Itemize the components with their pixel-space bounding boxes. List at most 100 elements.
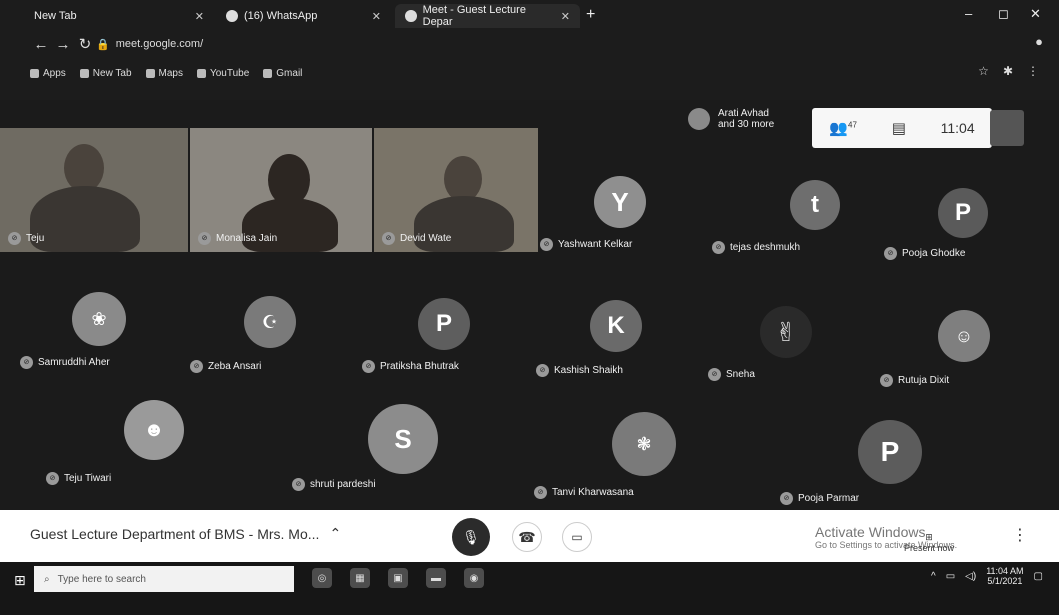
tab-new-tab[interactable]: New Tab ✕ [24, 4, 214, 28]
tab-meet[interactable]: Meet - Guest Lecture Depar ✕ [395, 4, 580, 28]
tile-name: ⊘ Yashwant Kelkar [540, 238, 632, 251]
chevron-up-icon[interactable]: ^ [931, 571, 936, 582]
people-button[interactable]: 👥47 [829, 119, 857, 137]
meeting-time: 11:04 [940, 120, 975, 136]
extensions-icon[interactable]: ✱ [1003, 64, 1013, 78]
profile-icon[interactable]: ● [1035, 34, 1043, 49]
mic-off-icon: ⊘ [534, 486, 547, 499]
bookmarks-bar: Apps New Tab Maps YouTube Gmail [0, 62, 1059, 84]
minimize-button[interactable]: – [965, 6, 972, 21]
video-tile-monalisa[interactable]: ⊘ Monalisa Jain [190, 128, 372, 252]
url-text: meet.google.com/ [115, 38, 204, 50]
app-icon[interactable]: ▦ [350, 568, 370, 588]
mic-off-icon: ⊘ [46, 472, 59, 485]
tab-label: New Tab [34, 10, 77, 22]
task-view-icon[interactable]: ◎ [312, 568, 332, 588]
mic-toggle-button[interactable]: 🎙 [452, 518, 490, 556]
bookmark-label: New Tab [92, 67, 132, 79]
tab-label: Meet - Guest Lecture Depar [422, 4, 526, 28]
photo-icon: ☺ [954, 325, 974, 346]
star-icon[interactable]: ☆ [978, 64, 989, 78]
globe-icon [79, 68, 89, 78]
avatar-tanvi: ❃ [612, 412, 676, 476]
new-tab-button[interactable]: + [586, 6, 595, 24]
tile-name: ⊘ Pooja Ghodke [884, 247, 965, 260]
bookmark-youtube[interactable]: YouTube [196, 68, 249, 79]
video-tile-teju[interactable]: ⊘ Teju [0, 128, 188, 252]
menu-icon[interactable]: ⋮ [1027, 64, 1039, 78]
tile-name: ⊘ Rutuja Dixit [880, 374, 949, 387]
mic-off-icon: ⊘ [536, 364, 549, 377]
bookmark-new-tab[interactable]: New Tab [79, 67, 132, 79]
address-bar[interactable]: 🔒 meet.google.com/ [96, 34, 516, 54]
avatar-zeba: ☪ [244, 296, 296, 348]
clock[interactable]: 11:04 AM 5/1/2021 [986, 566, 1023, 586]
close-icon[interactable]: ✕ [372, 10, 381, 23]
person-body [30, 186, 140, 252]
more-options-button[interactable]: ⋮ [1012, 525, 1028, 545]
tile-name: ⊘ Pooja Parmar [780, 492, 859, 505]
network-icon[interactable]: ▭ [946, 571, 955, 582]
windows-start-icon[interactable]: ⊞ [14, 572, 26, 589]
speaker-icon[interactable]: ◁) [965, 571, 976, 582]
chat-icon[interactable]: ▤ [892, 119, 906, 137]
avatar-rutuja: ☺ [938, 310, 990, 362]
bookmark-label: Maps [158, 67, 183, 79]
mic-off-icon: ⊘ [8, 232, 21, 245]
avatar-pooja-ghodke: P [938, 188, 988, 238]
mic-off-icon: ⊘ [780, 492, 793, 505]
avatar-samruddhi: ❀ [72, 292, 126, 346]
close-icon[interactable]: ✕ [195, 10, 204, 23]
meeting-details-button[interactable]: Guest Lecture Department of BMS - Mrs. M… [30, 525, 341, 542]
bookmark-gmail[interactable]: Gmail [263, 68, 302, 79]
mic-off-icon: ⊘ [292, 478, 305, 491]
avatar-kashish: K [590, 300, 642, 352]
mic-off-icon: ⊘ [198, 232, 211, 245]
maximize-button[interactable]: ◻ [998, 6, 1009, 22]
toolbar-actions: ● [1035, 34, 1043, 49]
present-now-button[interactable]: ⊞ Present now [904, 532, 954, 553]
taskbar-search-input[interactable]: ⌕ Type here to search [34, 566, 294, 592]
present-label: Present now [904, 543, 955, 553]
video-tile-devid[interactable]: ⊘ Devid Wate [374, 128, 538, 252]
notifications-icon[interactable]: ▢ [1034, 571, 1043, 582]
camera-toggle-button[interactable]: ▭ [562, 522, 592, 552]
present-icon: ⊞ [925, 532, 933, 542]
peace-hand-icon: ✌ [775, 316, 797, 347]
file-explorer-icon[interactable]: ▬ [426, 568, 446, 588]
clock-time: 11:04 AM [986, 566, 1024, 576]
tile-name: ⊘ Kashish Shaikh [536, 364, 623, 377]
chrome-icon[interactable]: ◉ [464, 568, 484, 588]
store-icon[interactable]: ▣ [388, 568, 408, 588]
mic-off-icon: ⊘ [880, 374, 893, 387]
close-icon[interactable]: ✕ [561, 10, 570, 23]
tile-name: ⊘ Zeba Ansari [190, 360, 261, 373]
back-icon[interactable]: ← [30, 36, 52, 53]
mic-off-icon: ⊘ [382, 232, 395, 245]
taskbar-apps: ◎ ▦ ▣ ▬ ◉ [312, 568, 484, 588]
tile-name: ⊘ Samruddhi Aher [20, 356, 110, 369]
clock-date: 5/1/2021 [987, 576, 1023, 586]
maps-icon [145, 68, 155, 78]
avatar-sneha: ✌ [760, 306, 812, 358]
mic-off-icon: ⊘ [20, 356, 33, 369]
forward-icon[interactable]: → [52, 36, 74, 53]
calligraphy-icon: ☪ [261, 311, 279, 332]
apps-icon [30, 68, 39, 78]
participants-pill[interactable]: Arati Avhad and 30 more [688, 108, 774, 130]
close-window-button[interactable]: ✕ [1030, 6, 1041, 22]
avatar-shruti: S [368, 404, 438, 474]
tab-whatsapp[interactable]: (16) WhatsApp ✕ [216, 4, 391, 28]
browser-chrome: New Tab ✕ (16) WhatsApp ✕ Meet - Guest L… [0, 0, 1059, 100]
search-placeholder: Type here to search [57, 573, 146, 585]
bookmark-apps[interactable]: Apps [30, 68, 66, 79]
mic-off-icon: ⊘ [190, 360, 203, 373]
youtube-icon [196, 68, 206, 78]
bookmark-maps[interactable]: Maps [145, 67, 183, 79]
mic-off-icon: ⊘ [712, 241, 725, 254]
tile-name: ⊘ shruti pardeshi [292, 478, 376, 491]
tile-name: ⊘ tejas deshmukh [712, 241, 800, 254]
camera-icon: ▭ [571, 530, 583, 544]
reload-icon[interactable]: ↻ [74, 35, 96, 53]
leave-call-button[interactable]: ☎ [512, 522, 542, 552]
